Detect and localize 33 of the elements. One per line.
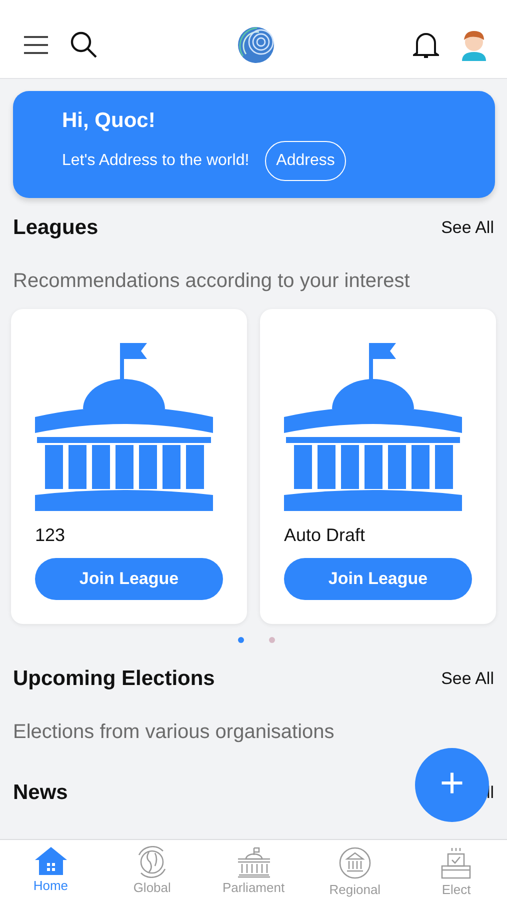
add-button[interactable]: +: [415, 748, 489, 822]
parliament-icon: [236, 846, 272, 878]
home-icon: [34, 846, 68, 876]
nav-tab[interactable]: Parliament: [202, 840, 304, 900]
menu-icon[interactable]: [24, 35, 48, 55]
page-dot[interactable]: [238, 637, 244, 643]
bell-icon[interactable]: [413, 31, 439, 59]
join-league-button[interactable]: Join League: [284, 558, 472, 600]
page-dot[interactable]: [268, 637, 274, 643]
ballot-box-icon: [439, 846, 474, 880]
section-title: Leagues: [13, 216, 98, 240]
league-name: 123: [35, 525, 66, 546]
see-all-link[interactable]: See All: [441, 218, 494, 238]
nav-tab[interactable]: Elect: [406, 840, 507, 900]
section-subtitle: Recommendations according to your interest: [13, 270, 411, 293]
see-all-link[interactable]: See All: [441, 669, 494, 689]
nav-tab[interactable]: Home: [0, 840, 102, 900]
building-icon: [35, 341, 213, 513]
section-title: News: [13, 781, 68, 805]
regional-icon: [338, 846, 372, 880]
section-title: Upcoming Elections: [13, 667, 215, 691]
nav-tab[interactable]: Regional: [304, 840, 406, 900]
search-icon[interactable]: [70, 31, 98, 59]
banner-message: Let's Address to the world!: [62, 152, 250, 170]
league-name: Auto Draft: [284, 525, 366, 546]
address-button[interactable]: Address: [265, 141, 346, 181]
building-icon: [284, 341, 462, 513]
nav-tab[interactable]: Global: [101, 840, 203, 900]
globe-logo-icon: [236, 26, 274, 64]
greeting-text: Hi, Quoc!: [62, 109, 156, 133]
section-subtitle: Elections from various organisations: [13, 721, 336, 744]
avatar-icon[interactable]: [461, 29, 487, 61]
join-league-button[interactable]: Join League: [35, 558, 223, 600]
